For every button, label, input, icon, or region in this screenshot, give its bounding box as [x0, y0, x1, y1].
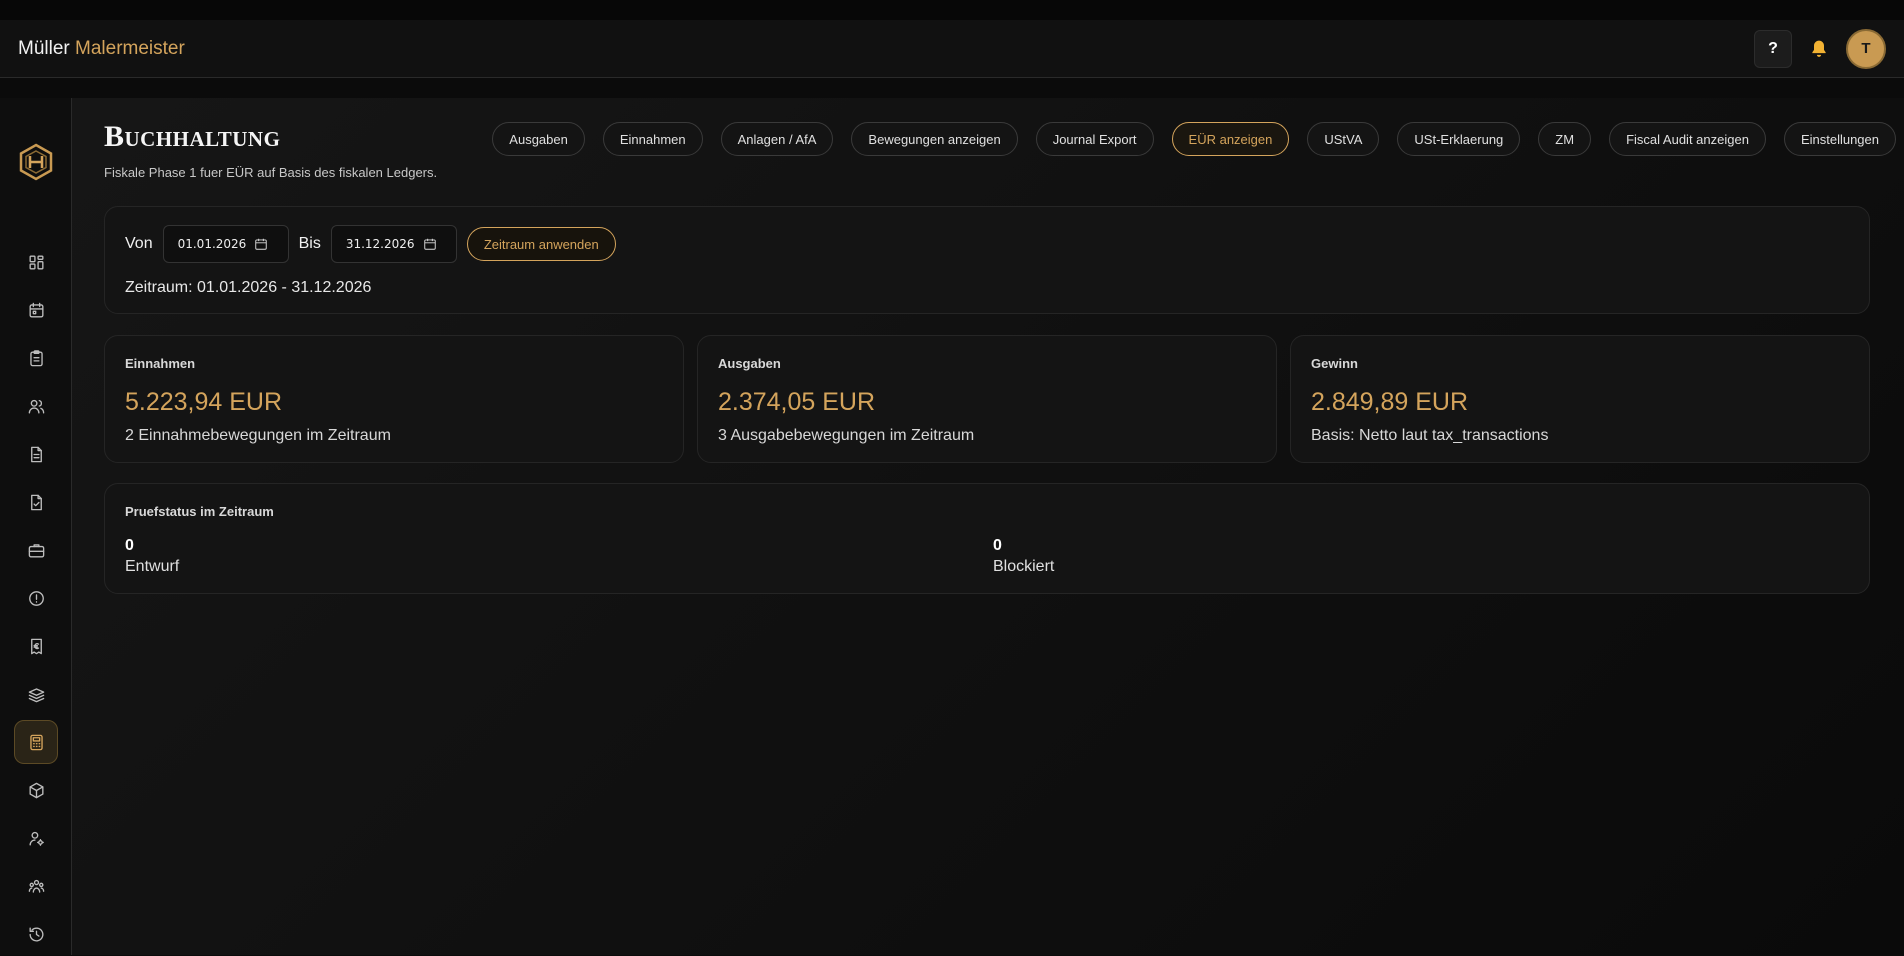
brand-main: Müller — [18, 37, 70, 59]
sidebar-item-accounting[interactable] — [14, 720, 58, 764]
notifications-bell-icon[interactable] — [1806, 36, 1832, 62]
period-summary: Zeitraum: 01.01.2026 - 31.12.2026 — [125, 279, 372, 296]
help-button[interactable]: ? — [1754, 29, 1792, 68]
top-bar-actions: ? T — [1754, 28, 1886, 69]
stat-note: 2 Einnahmebewegungen im Zeitraum — [125, 427, 391, 444]
sidebar — [0, 98, 72, 955]
stat-note: Basis: Netto laut tax_transactions — [1311, 427, 1549, 444]
sidebar-item-calendar[interactable] — [14, 288, 58, 332]
tab-eur-anzeigen[interactable]: EÜR anzeigen — [1171, 122, 1290, 156]
sidebar-item-invoices[interactable] — [14, 624, 58, 668]
brand-accent: Malermeister — [75, 37, 185, 59]
income-card: Einnahmen 5.223,94 EUR 2 Einnahmebewegun… — [104, 335, 684, 463]
from-date-input[interactable]: 01.01.2026 — [162, 225, 289, 263]
top-bar: Müller Malermeister ? T — [0, 20, 1904, 78]
tab-journal-export[interactable]: Journal Export — [1035, 122, 1154, 156]
history-icon — [28, 926, 43, 942]
tab-zm[interactable]: ZM — [1538, 122, 1592, 156]
page-title: Buchhaltung — [104, 120, 281, 153]
apply-period-button[interactable]: Zeitraum anwenden — [466, 227, 616, 261]
company-logo-icon[interactable] — [16, 142, 56, 182]
tab-anlagen-afa[interactable]: Anlagen / AfA — [720, 122, 834, 156]
alert-circle-icon — [28, 590, 44, 606]
sidebar-item-history[interactable] — [14, 912, 58, 956]
to-date-value: 31.12.2026 — [345, 237, 415, 251]
stat-label: Gewinn — [1311, 356, 1358, 371]
period-filter-card: Von 01.01.2026 Bis 31.12.2026 Zeitraum a… — [104, 206, 1870, 314]
status-count: 0 — [993, 537, 1002, 554]
layers-icon — [28, 687, 44, 702]
sidebar-item-team[interactable] — [14, 864, 58, 908]
briefcase-icon — [28, 543, 44, 558]
sidebar-item-materials[interactable] — [14, 672, 58, 716]
status-draft: 0 Entwurf — [125, 536, 179, 578]
status-label: Entwurf — [125, 558, 180, 575]
sidebar-item-customers[interactable] — [14, 384, 58, 428]
to-date-input[interactable]: 31.12.2026 — [330, 225, 457, 263]
status-count: 0 — [125, 537, 134, 554]
tab-ustva[interactable]: UStVA — [1307, 122, 1380, 156]
status-blocked: 0 Blockiert — [993, 536, 1054, 578]
stat-note: 3 Ausgabebewegungen im Zeitraum — [718, 427, 975, 444]
clipboard-icon — [29, 349, 43, 366]
sidebar-item-user-settings[interactable] — [14, 816, 58, 860]
tab-einnahmen[interactable]: Einnahmen — [602, 122, 703, 156]
calendar-icon[interactable] — [423, 237, 437, 251]
window-top-strip — [0, 0, 1904, 20]
to-label: Bis — [298, 235, 321, 252]
document-check-icon — [30, 494, 42, 510]
page-subtitle: Fiskale Phase 1 fuer EÜR auf Basis des f… — [104, 165, 438, 180]
expenses-card: Ausgaben 2.374,05 EUR 3 Ausgabebewegunge… — [697, 335, 1277, 463]
tab-ausgaben[interactable]: Ausgaben — [492, 122, 585, 156]
calculator-icon — [29, 734, 43, 750]
user-settings-icon — [28, 831, 44, 846]
brand-name[interactable]: Müller Malermeister — [18, 38, 185, 60]
main-content: Buchhaltung Fiskale Phase 1 fuer EÜR auf… — [72, 98, 1904, 955]
status-label: Blockiert — [993, 558, 1055, 575]
document-icon — [30, 446, 42, 462]
users-icon — [28, 399, 44, 414]
team-icon — [28, 879, 44, 893]
euro-receipt-icon — [30, 638, 42, 654]
accounting-tabs: Ausgaben Einnahmen Anlagen / AfA Bewegun… — [492, 122, 1896, 156]
review-status-card: Pruefstatus im Zeitraum 0 Entwurf 0 Bloc… — [104, 483, 1870, 594]
dashboard-icon — [28, 254, 44, 270]
sidebar-item-approved-documents[interactable] — [14, 480, 58, 524]
stat-label: Ausgaben — [718, 356, 781, 371]
sidebar-item-projects[interactable] — [14, 528, 58, 572]
status-title: Pruefstatus im Zeitraum — [125, 504, 274, 519]
from-date-value: 01.01.2026 — [177, 237, 247, 251]
stat-value: 5.223,94 EUR — [125, 388, 283, 416]
calendar-icon[interactable] — [254, 237, 268, 251]
sidebar-item-dashboard[interactable] — [14, 240, 58, 284]
sidebar-item-documents[interactable] — [14, 432, 58, 476]
sidebar-item-tasks[interactable] — [14, 336, 58, 380]
period-filter-row: Von 01.01.2026 Bis 31.12.2026 Zeitraum a… — [125, 225, 616, 263]
profit-card: Gewinn 2.849,89 EUR Basis: Netto laut ta… — [1290, 335, 1870, 463]
stat-value: 2.849,89 EUR — [1311, 388, 1469, 416]
sidebar-item-inventory[interactable] — [14, 768, 58, 812]
tab-fiscal-audit[interactable]: Fiscal Audit anzeigen — [1609, 122, 1766, 156]
stat-value: 2.374,05 EUR — [718, 388, 876, 416]
sidebar-item-alerts[interactable] — [14, 576, 58, 620]
user-avatar[interactable]: T — [1846, 28, 1886, 69]
package-icon — [28, 782, 44, 798]
stat-label: Einnahmen — [125, 356, 196, 371]
tab-ust-erklaerung[interactable]: USt-Erklaerung — [1397, 122, 1521, 156]
calendar-icon — [28, 302, 44, 318]
from-label: Von — [125, 235, 153, 252]
tab-einstellungen[interactable]: Einstellungen — [1783, 122, 1896, 156]
tab-bewegungen[interactable]: Bewegungen anzeigen — [851, 122, 1018, 156]
